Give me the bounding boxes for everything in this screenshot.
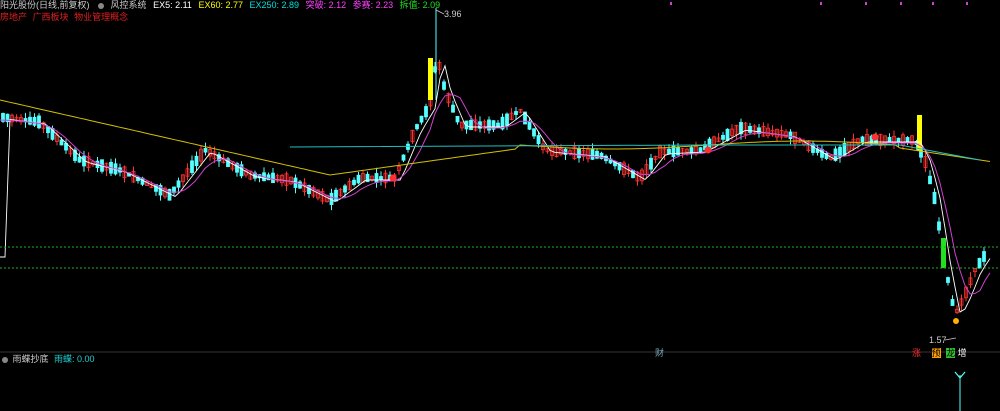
signal-zhang[interactable]: 涨 — [912, 348, 921, 358]
candle-body — [496, 122, 500, 128]
candle-body — [455, 115, 460, 123]
candles-layer — [1, 8, 986, 324]
moving-averages-layer — [0, 64, 991, 313]
candle-body — [649, 157, 653, 170]
candle-body — [379, 176, 383, 180]
indicator-name[interactable]: 风控系统 — [111, 0, 147, 10]
candle-body — [203, 148, 208, 153]
candle-body — [536, 135, 541, 145]
candle-body — [532, 128, 536, 137]
low-point-dot — [953, 318, 959, 324]
high-price-label: 3.96 — [444, 9, 462, 19]
sub-indicator-dot-icon — [2, 356, 8, 363]
legend-ex5: EX5: 2.11 — [153, 0, 192, 10]
signal-bar-yellow-1 — [428, 58, 433, 100]
candle-body — [176, 180, 181, 188]
candle-body — [469, 119, 473, 131]
legend-chaizhi: 拆值: 2.09 — [399, 0, 441, 10]
signal-zeng[interactable]: 增 — [958, 348, 967, 358]
candle-body — [725, 128, 730, 141]
sub-panel-value: 雨蝶: 0.00 — [54, 354, 95, 364]
candle-body — [860, 136, 865, 144]
top-marker-4 — [932, 2, 934, 5]
buy-signal-marker-0[interactable] — [389, 174, 397, 182]
signal-badges: 涨 预 龙 增 — [912, 346, 967, 359]
legend-ex60: EX60: 2.77 — [198, 0, 243, 10]
candle-body — [352, 179, 356, 186]
candle-body — [788, 131, 793, 140]
candle-body — [415, 124, 419, 130]
stock-title[interactable]: 阳光股份(日线,前复权) — [0, 0, 90, 10]
legend-tupo: 突破: 2.12 — [305, 0, 347, 10]
candle-body — [28, 116, 32, 125]
candle-body — [356, 174, 361, 184]
chart-extras-layer — [0, 2, 1000, 411]
candle-body — [190, 160, 194, 173]
signal-bar-green — [941, 238, 946, 268]
candle-body — [937, 221, 941, 231]
candle-body — [631, 169, 635, 179]
tag-property-mgmt[interactable]: 物业管理概念 — [74, 12, 128, 22]
candle-body — [419, 115, 424, 123]
candle-body — [721, 134, 725, 140]
candle-body — [928, 175, 932, 185]
buy-signal-marker-2[interactable] — [871, 133, 879, 141]
candle-body — [505, 113, 509, 126]
low-leader — [944, 337, 957, 341]
candle-body — [451, 104, 455, 113]
candle-body — [896, 137, 901, 143]
buy-signal-marker-1[interactable] — [704, 146, 712, 154]
ma-white-line — [0, 64, 991, 313]
candle-body — [950, 299, 955, 306]
candle-body — [577, 148, 581, 159]
sub-panel-legend: 雨蝶抄底 雨蝶: 0.00 — [0, 354, 95, 365]
candle-body — [590, 148, 595, 160]
ma-yellow-line — [0, 99, 991, 176]
candle-body — [424, 106, 428, 118]
candle-body — [487, 119, 491, 131]
ma-cyan-line — [289, 144, 981, 161]
tag-guangxi[interactable]: 广西板块 — [33, 12, 69, 22]
low-price-label: 1.57 — [929, 335, 947, 345]
candle-body — [59, 139, 64, 146]
candle-body — [977, 257, 982, 269]
candle-body — [401, 154, 406, 161]
concept-tags: 房地产 广西板块 物业管理概念 — [0, 12, 131, 23]
legend-cansai: 参赛: 2.23 — [352, 0, 394, 10]
candle-body — [271, 172, 275, 184]
candle-body — [32, 116, 37, 126]
signal-yu[interactable]: 预 — [931, 348, 941, 358]
signal-long[interactable]: 龙 — [946, 348, 956, 358]
indicator-dot-icon — [98, 2, 105, 9]
candle-body — [946, 277, 950, 283]
tag-real-estate[interactable]: 房地产 — [0, 12, 27, 22]
candlestick-chart[interactable] — [0, 0, 1000, 411]
candle-body — [194, 155, 199, 166]
candle-body — [932, 191, 937, 205]
indicator-legend: 阳光股份(日线,前复权) 风控系统 EX5: 2.11 EX60: 2.77 E… — [0, 0, 444, 11]
candle-body — [514, 111, 518, 115]
candle-body — [37, 115, 41, 129]
candle-body — [982, 251, 986, 262]
top-marker-3 — [900, 2, 902, 5]
candle-body — [527, 120, 532, 130]
candle-body — [77, 156, 82, 163]
top-marker-2 — [865, 2, 867, 5]
candle-body — [698, 147, 703, 153]
legend-ex250: EX250: 2.89 — [249, 0, 300, 10]
candle-body — [334, 189, 338, 202]
top-marker-5 — [966, 2, 968, 5]
top-marker-0 — [670, 2, 672, 5]
candle-body — [442, 81, 446, 90]
sub-panel-name[interactable]: 雨蝶抄底 — [13, 354, 49, 364]
candle-body — [838, 146, 842, 158]
candle-body — [343, 185, 347, 193]
top-marker-1 — [820, 2, 822, 5]
financial-report-marker[interactable]: 财 — [655, 346, 664, 359]
candle-body — [667, 148, 671, 155]
candle-body — [748, 125, 752, 133]
candle-body — [374, 173, 379, 183]
